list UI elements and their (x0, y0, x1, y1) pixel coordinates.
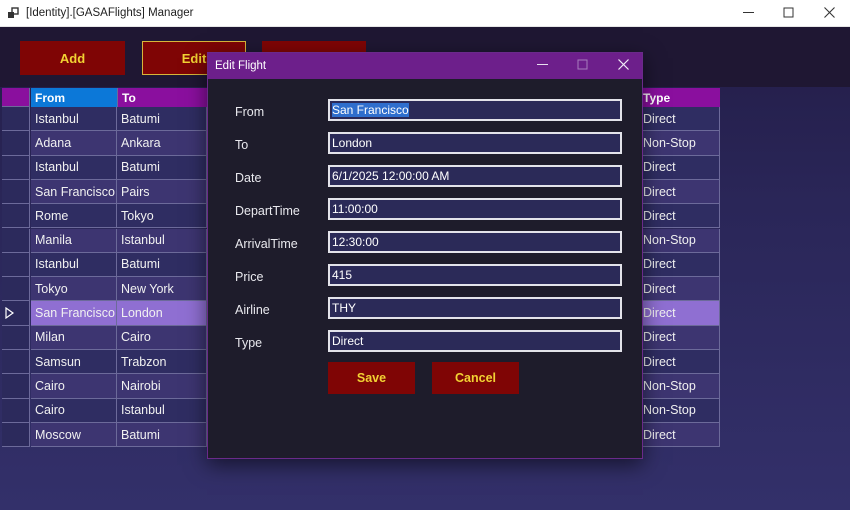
grid-cell-to[interactable]: Batumi (117, 252, 207, 278)
grid-cell-to[interactable]: Cairo (117, 325, 207, 350)
from-field[interactable]: San Francisco (328, 99, 622, 121)
window-titlebar: [Identity].[GASAFlights] Manager (0, 0, 850, 27)
minimize-icon (536, 59, 548, 73)
grid-cell-from[interactable]: Istanbul (31, 252, 117, 278)
grid-cell-from[interactable]: Samsun (31, 350, 117, 375)
row-header[interactable] (2, 155, 30, 180)
grid-cell-from[interactable]: Manila (31, 228, 117, 253)
app-window-icon (8, 7, 20, 19)
cancel-button[interactable]: Cancel (432, 362, 519, 394)
column-header-to[interactable]: To (117, 88, 207, 107)
grid-cell-from[interactable]: Istanbul (31, 155, 117, 180)
type-field[interactable] (328, 330, 622, 352)
minimize-icon (742, 7, 754, 21)
dialog-titlebar: Edit Flight (208, 53, 642, 79)
dialog-close-button[interactable] (605, 53, 641, 79)
airline-label: Airline (235, 303, 270, 317)
grid-corner-header (2, 88, 30, 107)
row-header[interactable] (2, 350, 30, 375)
grid-cell-type[interactable]: Non-Stop (639, 131, 720, 156)
grid-cell-type[interactable]: Direct (639, 107, 720, 132)
grid-cell-type[interactable]: Direct (639, 325, 720, 350)
grid-cell-to[interactable]: Istanbul (117, 398, 207, 423)
grid-cell-type[interactable]: Non-Stop (639, 228, 720, 253)
row-header[interactable] (2, 204, 30, 229)
grid-cell-type[interactable]: Direct (639, 301, 720, 326)
grid-cell-to[interactable]: New York (117, 277, 207, 302)
row-header[interactable] (2, 179, 30, 205)
to-field[interactable] (328, 132, 622, 154)
date-field[interactable] (328, 165, 622, 187)
grid-cell-to[interactable]: Trabzon (117, 350, 207, 375)
grid-cell-to[interactable]: Batumi (117, 107, 207, 132)
grid-cell-from[interactable]: Cairo (31, 374, 117, 399)
price-field[interactable] (328, 264, 622, 286)
grid-cell-type[interactable]: Direct (639, 252, 720, 278)
grid-cell-from[interactable]: Moscow (31, 422, 117, 448)
dialog-minimize-button[interactable] (524, 53, 560, 79)
close-icon (617, 59, 629, 73)
row-header[interactable] (2, 277, 30, 302)
edit-flight-dialog: Edit Flight From San Francisco To Date D… (207, 52, 643, 459)
grid-cell-from[interactable]: Tokyo (31, 277, 117, 302)
grid-cell-to[interactable]: Tokyo (117, 204, 207, 229)
close-button[interactable] (811, 0, 847, 27)
save-button[interactable]: Save (328, 362, 415, 394)
grid-cell-to[interactable]: Batumi (117, 155, 207, 180)
close-icon (823, 6, 835, 21)
grid-cell-from[interactable]: Istanbul (31, 107, 117, 132)
grid-cell-type[interactable]: Direct (639, 350, 720, 375)
grid-cell-to[interactable]: Nairobi (117, 374, 207, 399)
row-header[interactable] (2, 398, 30, 423)
grid-cell-type[interactable]: Non-Stop (639, 374, 720, 399)
depart-time-label: DepartTime (235, 204, 300, 218)
grid-cell-to[interactable]: Istanbul (117, 228, 207, 253)
grid-cell-type[interactable]: Direct (639, 204, 720, 229)
grid-cell-from[interactable]: Milan (31, 325, 117, 350)
grid-cell-type[interactable]: Non-Stop (639, 398, 720, 423)
depart-time-field[interactable] (328, 198, 622, 220)
grid-cell-from[interactable]: San Francisco (31, 179, 117, 205)
type-label: Type (235, 336, 263, 350)
row-header[interactable] (2, 374, 30, 399)
dialog-title: Edit Flight (215, 60, 267, 72)
row-header[interactable] (2, 131, 30, 156)
grid-cell-from[interactable]: San Francisco (31, 301, 117, 326)
grid-cell-to[interactable]: London (117, 301, 207, 326)
row-header[interactable] (2, 325, 30, 350)
window-title: [Identity].[GASAFlights] Manager (26, 7, 194, 19)
row-header[interactable] (2, 422, 30, 448)
date-label: Date (235, 171, 262, 185)
grid-cell-to[interactable]: Ankara (117, 131, 207, 156)
arrival-time-field[interactable] (328, 231, 622, 253)
grid-cell-to[interactable]: Batumi (117, 422, 207, 448)
grid-cell-to[interactable]: Pairs (117, 179, 207, 205)
row-header[interactable] (2, 252, 30, 278)
grid-cell-from[interactable]: Rome (31, 204, 117, 229)
price-label: Price (235, 270, 264, 284)
minimize-button[interactable] (730, 0, 766, 27)
maximize-button[interactable] (770, 0, 806, 27)
grid-cell-type[interactable]: Direct (639, 179, 720, 205)
add-button[interactable]: Add (20, 41, 125, 75)
maximize-icon (577, 59, 588, 73)
airline-field[interactable] (328, 297, 622, 319)
grid-cell-type[interactable]: Direct (639, 277, 720, 302)
grid-cell-from[interactable]: Cairo (31, 398, 117, 423)
arrival-time-label: ArrivalTime (235, 237, 298, 251)
column-header-type[interactable]: Type (639, 88, 720, 107)
grid-cell-from[interactable]: Adana (31, 131, 117, 156)
maximize-icon (783, 7, 794, 21)
grid-cell-type[interactable]: Direct (639, 422, 720, 448)
grid-cell-type[interactable]: Direct (639, 155, 720, 180)
row-header[interactable] (2, 301, 30, 326)
dialog-maximize-button[interactable] (564, 53, 600, 79)
column-header-from[interactable]: From (31, 88, 117, 107)
from-label: From (235, 105, 265, 119)
to-label: To (235, 138, 249, 152)
row-pointer-icon (5, 307, 15, 320)
from-field-value: San Francisco (332, 103, 409, 117)
row-header[interactable] (2, 107, 30, 132)
row-header[interactable] (2, 228, 30, 253)
